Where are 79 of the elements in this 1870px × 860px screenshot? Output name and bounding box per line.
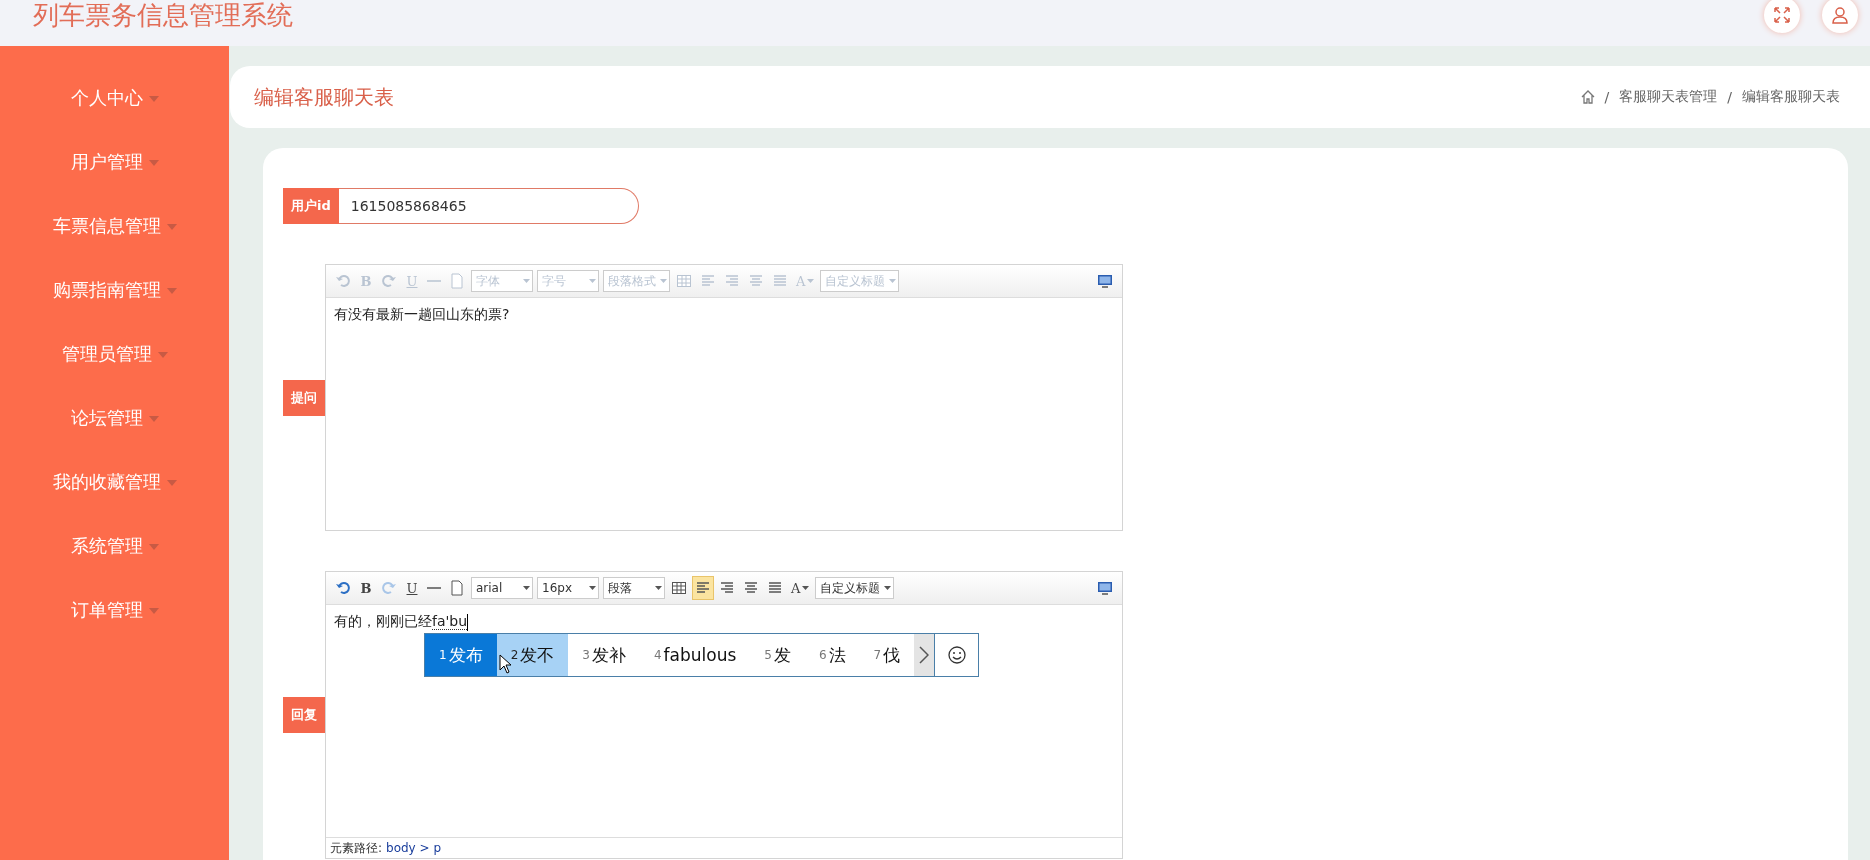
app-title: 列车票务信息管理系统 (33, 0, 293, 32)
justify-icon (772, 273, 788, 289)
fullscreen-icon (1773, 6, 1791, 24)
redo-icon (381, 273, 397, 289)
breadcrumb-separator: / (1604, 89, 1610, 105)
field-label: 用户id (283, 188, 339, 224)
fullscreen-button[interactable] (1764, 0, 1800, 33)
line-icon (427, 587, 441, 589)
line-icon (427, 280, 441, 282)
next-page-button[interactable] (914, 634, 935, 676)
caret-icon (884, 586, 892, 590)
toolbar-dropdown[interactable]: 16px (537, 577, 599, 599)
caret-icon (523, 279, 530, 283)
align-center-icon (743, 580, 759, 596)
toolbar-dropdown[interactable]: 自定义标题 (815, 577, 895, 599)
justify-icon (767, 580, 783, 596)
undo-icon (335, 273, 351, 289)
align-left-icon (695, 580, 711, 596)
ime-candidate[interactable]: 1 发布 (425, 634, 497, 676)
toolbar-dropdown[interactable]: 段落 (603, 577, 665, 599)
caret-icon (148, 608, 159, 614)
caret-icon (166, 224, 177, 230)
page-icon (449, 273, 465, 289)
ime-candidate[interactable]: 4 fabulous (639, 634, 751, 676)
user-button[interactable] (1822, 0, 1858, 33)
undo-icon (335, 580, 351, 596)
caret-icon (589, 279, 596, 283)
align-right-icon (724, 273, 740, 289)
caret-icon (807, 279, 815, 283)
monitor-icon (1097, 273, 1113, 289)
smiley-icon (947, 646, 966, 664)
bold-button[interactable]: B (356, 576, 376, 600)
ime-candidate[interactable]: 7 伐 (859, 634, 915, 676)
align-left-icon (700, 273, 716, 289)
element-path-label: 元素路径: (330, 839, 383, 857)
home-icon[interactable] (1580, 90, 1595, 104)
caret-icon (148, 96, 159, 102)
ime-candidate[interactable]: 6 法 (804, 634, 860, 676)
caret-icon (148, 160, 159, 166)
monitor-icon (1097, 580, 1113, 596)
mouse-pointer-icon (498, 654, 512, 674)
breadcrumb-separator: / (1727, 89, 1732, 105)
editor-text: 有没有最新一趟回山东的票? (334, 306, 510, 322)
caret-icon (589, 586, 596, 590)
chevron-right-icon (919, 646, 930, 664)
editor-text: 有的，刚刚已经 (334, 613, 432, 629)
redo-icon (381, 580, 397, 596)
underline-button[interactable]: U (402, 576, 422, 600)
breadcrumb-item[interactable]: 编辑客服聊天表 (1742, 88, 1840, 106)
caret-icon (660, 279, 667, 283)
caret-icon (148, 544, 159, 550)
caret-icon (166, 480, 177, 486)
toolbar-dropdown[interactable]: arial (471, 577, 533, 599)
align-center-icon (748, 273, 764, 289)
text-cursor (467, 613, 469, 631)
align-right-icon (719, 580, 735, 596)
element-path-link[interactable]: body > p (386, 841, 442, 855)
ime-candidate[interactable]: 5 发 (750, 634, 805, 676)
caret-icon (166, 288, 177, 294)
caret-icon (148, 416, 159, 422)
table-icon (671, 580, 687, 596)
user-icon (1831, 6, 1849, 24)
caret-icon (802, 586, 810, 590)
font-color-button[interactable]: A (788, 576, 813, 600)
editor-content-area[interactable]: 有的，刚刚已经fa'bu 1 发布 2发不 3 发补 4 fabulous 5 发 6 法 7 伐 (326, 605, 1122, 837)
table-icon (676, 273, 692, 289)
breadcrumb-item[interactable]: 客服聊天表管理 (1619, 88, 1718, 106)
page-title: 编辑客服聊天表 (254, 83, 394, 111)
field-label: 提问 (283, 379, 325, 416)
align-left-button[interactable] (692, 576, 714, 600)
field-label: 回复 (283, 697, 325, 733)
user-id-field[interactable]: 1615085868465 (338, 188, 639, 224)
caret-icon (157, 352, 168, 358)
page-icon (449, 580, 465, 596)
caret-icon (523, 586, 530, 590)
ime-candidate[interactable]: 2发不 (496, 634, 569, 676)
ime-candidate[interactable]: 3 发补 (568, 634, 640, 676)
caret-icon (889, 279, 897, 283)
caret-icon (655, 586, 662, 590)
